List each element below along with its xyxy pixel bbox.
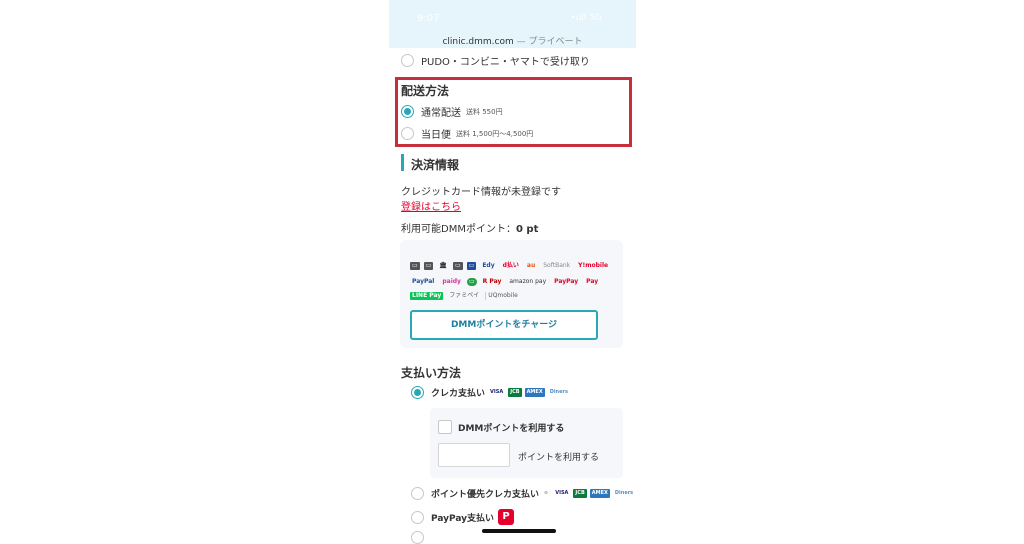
paypay-radio[interactable]: [411, 510, 424, 524]
edy-logo: Edy: [482, 262, 495, 269]
home-indicator: [482, 529, 556, 533]
paidy-logo: paidy: [442, 278, 461, 285]
url-separator: —: [516, 37, 526, 47]
logos-row-3: LINE Pay ファミペイ UQmobile: [410, 292, 520, 300]
private-mode-label: プライベート: [528, 37, 583, 47]
bank-logo-icon: ▭: [423, 262, 434, 270]
pay-option-point-card[interactable]: ポイント優先クレカ支払い ⊙ VISA JCB AMEX Diners: [411, 487, 635, 500]
shipping-highlight-box: [395, 77, 632, 147]
pickup-label: PUDO・コンビニ・ヤマトで受け取り: [421, 57, 590, 68]
status-signal: •ull 5G: [570, 13, 602, 23]
visa-icon: VISA: [490, 389, 504, 395]
status-time: 9:07: [417, 13, 440, 24]
rpay-logo: R Pay: [482, 278, 502, 285]
softbank-logo: SoftBank: [543, 262, 571, 269]
linepay-logo: LINE Pay: [410, 292, 444, 300]
pickup-option[interactable]: PUDO・コンビニ・ヤマトで受け取り: [401, 53, 590, 68]
use-points-checkbox[interactable]: [438, 420, 452, 434]
point-card-radio[interactable]: [411, 487, 424, 500]
amex-icon: AMEX: [524, 388, 545, 397]
points-value: 0 pt: [515, 224, 539, 235]
use-points-label: DMMポイントを利用する: [458, 424, 565, 434]
payment-method-title: 支払い方法: [401, 366, 462, 380]
aupay-logo: Pay: [586, 278, 599, 285]
jcb-icon: JCB: [508, 388, 522, 397]
pay-option-card[interactable]: クレカ支払い VISA JCB AMEX Diners: [411, 386, 570, 399]
merpay-logo: ▭: [466, 278, 477, 286]
card-status-text: クレジットカード情報が未登録です: [401, 187, 561, 198]
visa-icon-2: VISA: [555, 490, 569, 496]
url-bar[interactable]: clinic.dmm.com — プライベート: [389, 34, 636, 47]
paypay-label: PayPay支払い: [431, 513, 495, 524]
pickup-radio[interactable]: [401, 54, 414, 67]
uqmobile-logo: UQmobile: [485, 292, 519, 300]
logos-row-2: PayPal paidy ▭ R Pay amazon pay PayPay P…: [410, 278, 600, 286]
card-logo-icon: ▭: [410, 262, 420, 270]
card-pay-radio[interactable]: [411, 386, 424, 399]
jcb-icon-2: JCB: [573, 489, 587, 498]
paypal-logo: PayPal: [412, 278, 435, 285]
points-amount-input[interactable]: [438, 443, 510, 467]
paypay-logo: PayPay: [554, 278, 579, 285]
point-card-label: ポイント優先クレカ支払い: [431, 490, 540, 500]
paypay-icon: P: [498, 509, 515, 525]
points-row: 利用可能DMMポイント：0 pt: [401, 220, 538, 235]
pay-option-paypay[interactable]: PayPay支払い P: [411, 509, 515, 525]
payment-info-title: 決済情報: [411, 158, 460, 172]
diners-icon-2: Diners: [614, 490, 634, 496]
register-link[interactable]: 登録はこちら: [401, 198, 461, 213]
diners-small-icon: ⊙: [544, 490, 549, 496]
famipay-logo: ファミペイ: [449, 292, 480, 299]
diners-icon: Diners: [549, 389, 568, 395]
amex-icon-2: AMEX: [589, 489, 610, 498]
section-accent-bar: [401, 154, 404, 171]
points-label: 利用可能DMMポイント：: [401, 224, 516, 235]
use-points-suffix: ポイントを利用する: [518, 453, 600, 463]
ymobile-logo: Y!mobile: [578, 262, 609, 269]
logos-row-1: ▭ ▭ 🏛 ▭ ▭ Edy d払い au SoftBank Y!mobile: [410, 262, 610, 270]
e-logo-icon: ▭: [466, 262, 477, 270]
conv-logo-icon: ▭: [452, 262, 463, 270]
bank-building-icon: 🏛: [439, 262, 447, 269]
au-logo: au: [526, 262, 536, 269]
card-pay-label: クレカ支払い: [431, 389, 486, 399]
amazonpay-logo: amazon pay: [509, 278, 547, 285]
dbarai-logo: d払い: [502, 262, 519, 269]
charge-points-button[interactable]: DMMポイントをチャージ: [410, 310, 598, 340]
url-domain: clinic.dmm.com: [442, 37, 514, 47]
